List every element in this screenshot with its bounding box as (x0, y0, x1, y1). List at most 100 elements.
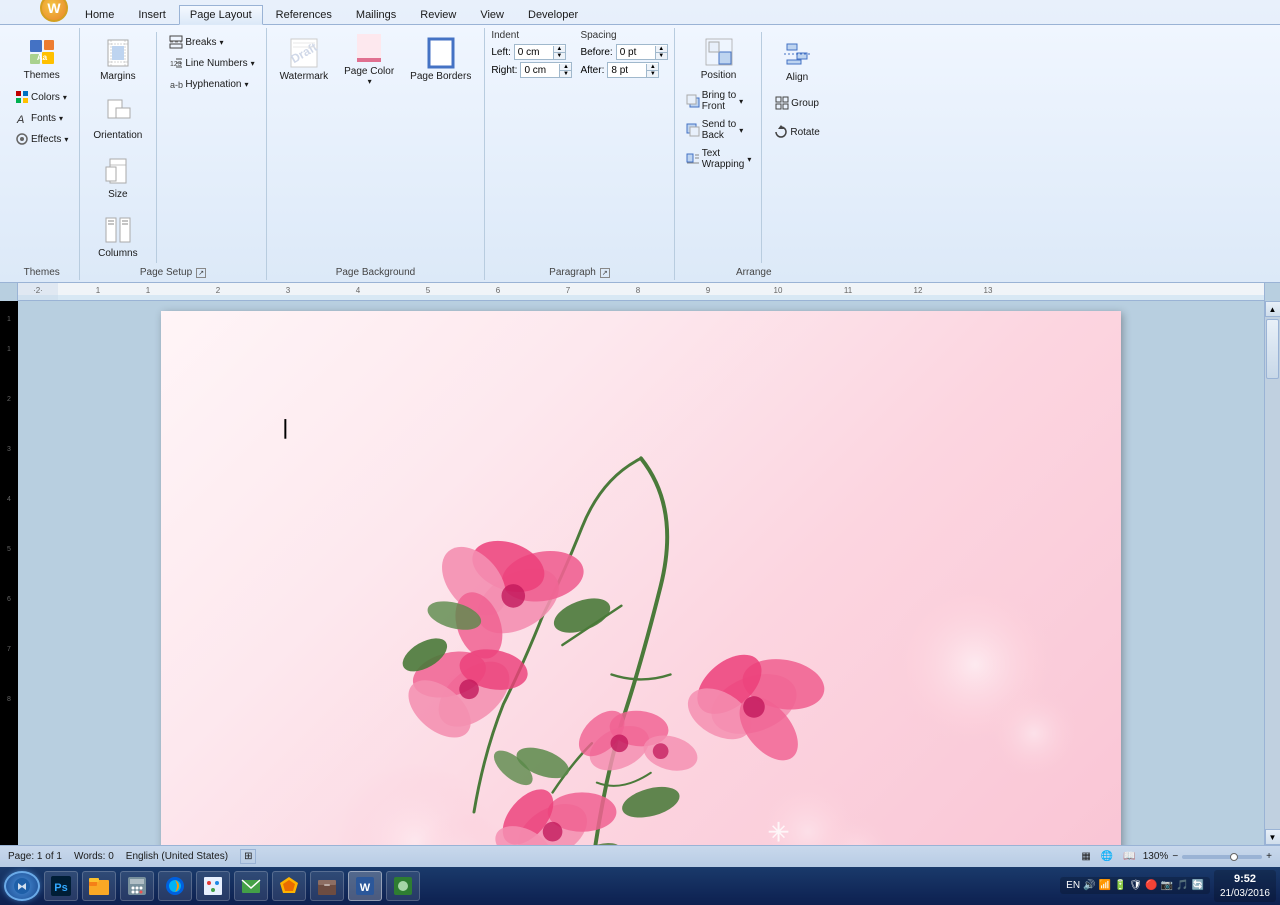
scrollbar-down-button[interactable]: ▼ (1265, 829, 1280, 845)
zoom-out-button[interactable]: − (1172, 851, 1178, 862)
rotate-button[interactable]: Rotate (767, 118, 826, 146)
spacing-before-up[interactable]: ▲ (656, 46, 667, 53)
margins-label: Margins (100, 71, 136, 82)
text-wrapping-button[interactable]: TextWrapping ▾ (681, 145, 757, 173)
taskbar-calculator[interactable] (120, 871, 154, 901)
spacing-before-down[interactable]: ▼ (656, 53, 667, 59)
effects-button[interactable]: Effects ▾ (10, 129, 73, 149)
svg-text:3: 3 (286, 286, 291, 295)
tab-references[interactable]: References (265, 5, 343, 24)
hyphenation-button[interactable]: a-b Hyphenation ▾ (164, 74, 259, 94)
columns-label: Columns (98, 248, 137, 259)
ruler-container: ·2· 1 1 2 3 4 5 6 7 8 9 10 11 12 13 (0, 283, 1280, 301)
scrollbar-up-button[interactable]: ▲ (1265, 301, 1280, 317)
taskbar-sketch[interactable] (272, 871, 306, 901)
effects-label: Effects (31, 134, 61, 145)
sync-icon[interactable]: 🔄 (1191, 880, 1203, 891)
margins-button[interactable]: Margins (86, 30, 149, 88)
tab-page-layout[interactable]: Page Layout (179, 5, 263, 25)
audio2-icon[interactable]: 🎵 (1176, 880, 1188, 891)
antivirus-icon[interactable]: 🔴 (1145, 880, 1157, 891)
taskbar-email[interactable] (234, 871, 268, 901)
spacing-after-up[interactable]: ▲ (647, 64, 658, 71)
line-numbers-button[interactable]: 123 Line Numbers ▾ (164, 53, 259, 73)
themes-button[interactable]: Aa Themes (10, 30, 73, 86)
svg-text:Ps: Ps (54, 882, 67, 894)
tab-developer[interactable]: Developer (517, 5, 589, 24)
clock[interactable]: 9:52 21/03/2016 (1214, 870, 1276, 901)
tab-mailings[interactable]: Mailings (345, 5, 407, 24)
page-setup-expand[interactable]: ↗ (196, 268, 206, 278)
send-to-back-arrow: ▾ (739, 126, 743, 135)
svg-text:1: 1 (146, 286, 151, 295)
svg-text:5: 5 (426, 286, 431, 295)
tab-view[interactable]: View (469, 5, 515, 24)
indent-left-up[interactable]: ▲ (554, 46, 565, 53)
breaks-button[interactable]: Breaks ▾ (164, 32, 259, 52)
line-numbers-label: Line Numbers (185, 58, 247, 69)
taskbar-archive[interactable] (310, 871, 344, 901)
size-label: Size (108, 189, 127, 200)
indent-right-input[interactable]: 0 cm ▲ ▼ (520, 62, 572, 78)
taskbar-firefox[interactable] (158, 871, 192, 901)
ribbon-group-page-setup: Margins Orientation (80, 28, 266, 280)
spacing-before-row: Before: 0 pt ▲ ▼ (580, 44, 667, 60)
language-status: English (United States) (126, 851, 228, 862)
update-icon[interactable]: 🛡 (1129, 880, 1142, 891)
taskbar-green-app[interactable] (386, 871, 420, 901)
size-icon (102, 155, 134, 187)
scrollbar-thumb[interactable] (1266, 319, 1279, 379)
page-borders-label: Page Borders (410, 71, 471, 82)
indent-left-input[interactable]: 0 cm ▲ ▼ (514, 44, 566, 60)
view-web-icon[interactable]: 🌐 (1098, 849, 1116, 864)
taskbar-paint[interactable] (196, 871, 230, 901)
taskbar-word[interactable]: W (348, 871, 382, 901)
send-to-back-button[interactable]: Send toBack ▾ (681, 116, 757, 144)
network-icon[interactable]: 📶 (1099, 880, 1111, 891)
themes-icon: Aa (26, 36, 58, 68)
fonts-button[interactable]: A Fonts ▾ (10, 108, 73, 128)
zoom-thumb[interactable] (1230, 853, 1238, 861)
orientation-button[interactable]: Orientation (86, 89, 149, 147)
spacing-after-down[interactable]: ▼ (647, 71, 658, 77)
paragraph-expand[interactable]: ↗ (600, 268, 610, 278)
page-background-group-label: Page Background (273, 265, 479, 278)
speaker-icon[interactable]: 🔊 (1083, 880, 1095, 891)
taskbar-photoshop[interactable]: Ps (44, 871, 78, 901)
page-borders-button[interactable]: Page Borders (403, 30, 478, 88)
colors-button[interactable]: Colors ▾ (10, 87, 73, 107)
ribbon-tab-bar: W Home Insert Page Layout References Mai… (0, 2, 1280, 24)
size-button[interactable]: Size (86, 148, 149, 206)
tab-review[interactable]: Review (409, 5, 467, 24)
group-button[interactable]: Group (767, 89, 826, 117)
office-logo[interactable]: W (40, 0, 68, 22)
arrange-content: Position Bring toFront ▾ Send toBack ▾ (681, 30, 827, 265)
watermark-button[interactable]: Draft Watermark (273, 30, 336, 88)
tab-insert[interactable]: Insert (127, 5, 177, 24)
view-read-icon[interactable]: 📖 (1120, 849, 1138, 864)
taskbar-file-explorer[interactable] (82, 871, 116, 901)
indent-right-up[interactable]: ▲ (560, 64, 571, 71)
position-button[interactable]: Position (681, 30, 757, 86)
page-color-button[interactable]: Page Color ▾ (337, 30, 401, 88)
align-button[interactable]: Align (767, 32, 826, 88)
view-normal-icon[interactable]: ▦ (1078, 849, 1093, 864)
doc-layout-icon[interactable]: ⊞ (240, 849, 256, 864)
text-wrapping-label: TextWrapping (702, 148, 745, 170)
columns-button[interactable]: Columns (86, 207, 149, 265)
page (161, 311, 1121, 845)
battery-icon[interactable]: 🔋 (1114, 880, 1126, 891)
start-button[interactable] (4, 871, 40, 901)
spacing-after-input[interactable]: 8 pt ▲ ▼ (607, 62, 659, 78)
camera-icon[interactable]: 📷 (1161, 880, 1173, 891)
bring-to-front-button[interactable]: Bring toFront ▾ (681, 87, 757, 115)
spacing-group: Spacing Before: 0 pt ▲ ▼ (580, 30, 667, 78)
rotate-label: Rotate (790, 127, 819, 138)
watermark-icon: Draft (288, 37, 320, 69)
indent-left-down[interactable]: ▼ (554, 53, 565, 59)
tab-home[interactable]: Home (74, 5, 125, 24)
indent-right-down[interactable]: ▼ (560, 71, 571, 77)
spacing-before-input[interactable]: 0 pt ▲ ▼ (616, 44, 668, 60)
zoom-in-button[interactable]: + (1266, 851, 1272, 862)
zoom-slider[interactable] (1182, 855, 1262, 859)
